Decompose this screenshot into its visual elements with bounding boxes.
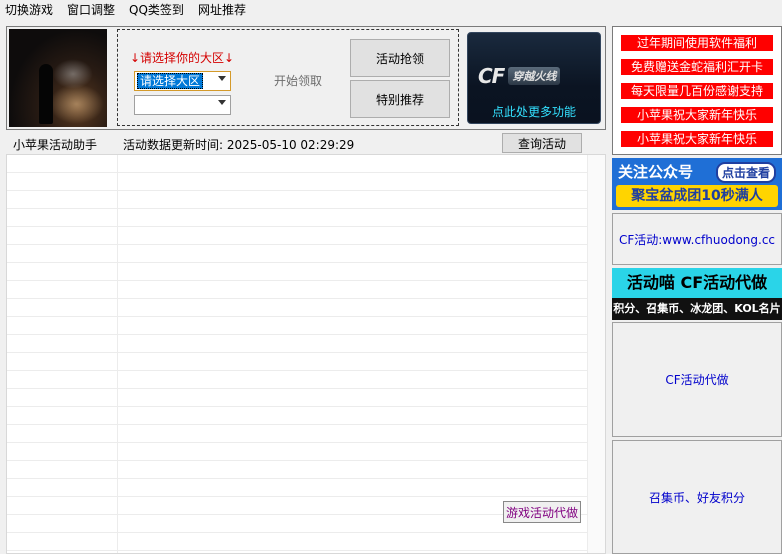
game-service-button[interactable]: 游戏活动代做 <box>503 501 581 523</box>
chevron-down-icon <box>218 76 226 81</box>
grab-activity-button[interactable]: 活动抢领 <box>350 39 450 77</box>
smoke-shape <box>53 59 93 89</box>
wechat-follow-banner[interactable]: 关注公众号 点击查看 聚宝盆成团10秒满人 <box>612 158 782 210</box>
region-primary-value: 请选择大区 <box>137 73 204 89</box>
cf-more-banner[interactable]: CF 穿越火线 点此处更多功能 <box>467 32 601 124</box>
cf-daizuo-panel[interactable]: CF活动代做 <box>612 322 782 437</box>
cf-more-link[interactable]: 点此处更多功能 <box>468 103 600 120</box>
ad2-subtitle: 积分、召集币、冰龙团、KOL名片 <box>613 302 781 315</box>
menu-site-recommend[interactable]: 网址推荐 <box>191 0 253 21</box>
region-primary-select[interactable]: 请选择大区 <box>134 71 231 91</box>
column-divider <box>117 155 118 553</box>
ad1-subtitle: 聚宝盆成团10秒满人 <box>616 185 778 207</box>
menu-switch-game[interactable]: 切换游戏 <box>0 0 60 21</box>
ad2-title: 活动喵 CF活动代做 <box>612 268 782 298</box>
city-lights-glow <box>49 84 104 124</box>
notice-item[interactable]: 小苹果祝大家新年快乐 <box>621 107 773 123</box>
region-select-box: ↓请选择你的大区↓ 请选择大区 开始领取 活动抢领 特别推荐 <box>117 29 459 126</box>
menu-bar: 切换游戏 窗口调整 QQ类签到 网址推荐 <box>0 0 782 21</box>
app-name-label: 小苹果活动助手 <box>13 138 98 152</box>
region-secondary-select[interactable] <box>134 95 231 115</box>
cf-logo-name: 穿越火线 <box>508 67 561 85</box>
info-bar: 小苹果活动助手 活动数据更新时间: 2025-05-10 02:29:29 查询… <box>6 132 606 154</box>
query-activity-button[interactable]: 查询活动 <box>502 133 582 153</box>
person-silhouette <box>39 64 53 124</box>
update-time-label: 活动数据更新时间: 2025-05-10 02:29:29 <box>123 138 355 152</box>
menu-qq-signin[interactable]: QQ类签到 <box>122 0 191 21</box>
ad1-view-button[interactable]: 点击查看 <box>716 162 777 183</box>
region-title: ↓请选择你的大区↓ <box>130 51 235 65</box>
notice-item[interactable]: 过年期间使用软件福利 <box>621 35 773 51</box>
huodongmiao-banner[interactable]: 活动喵 CF活动代做 积分、召集币、冰龙团、KOL名片 <box>612 268 782 320</box>
start-claim-button[interactable]: 开始领取 <box>248 40 348 120</box>
chevron-down-icon <box>218 100 226 105</box>
cf-logo-mark: CF <box>478 64 505 88</box>
list-scrollbar[interactable] <box>587 155 605 553</box>
notice-box: 过年期间使用软件福利 免费赠送金蛇福利汇开卡 每天限量几百份感谢支持 小苹果祝大… <box>612 26 782 155</box>
notice-item[interactable]: 小苹果祝大家新年快乐 <box>621 131 773 147</box>
activity-list[interactable]: 游戏活动代做 <box>6 154 606 554</box>
site-link[interactable]: CF活动:www.cfhuodong.cc <box>612 213 782 265</box>
top-panel: ↓请选择你的大区↓ 请选择大区 开始领取 活动抢领 特别推荐 CF 穿越火线 点… <box>6 26 606 130</box>
avatar-image <box>9 29 107 127</box>
menu-window-adjust[interactable]: 窗口调整 <box>60 0 122 21</box>
notice-item[interactable]: 每天限量几百份感谢支持 <box>621 83 773 99</box>
special-recommend-button[interactable]: 特别推荐 <box>350 80 450 118</box>
cf-logo: CF 穿越火线 <box>478 64 592 88</box>
notice-item[interactable]: 免费赠送金蛇福利汇开卡 <box>621 59 773 75</box>
zhaoji-panel[interactable]: 召集币、好友积分 <box>612 440 782 554</box>
ad1-title: 关注公众号 <box>618 163 694 181</box>
